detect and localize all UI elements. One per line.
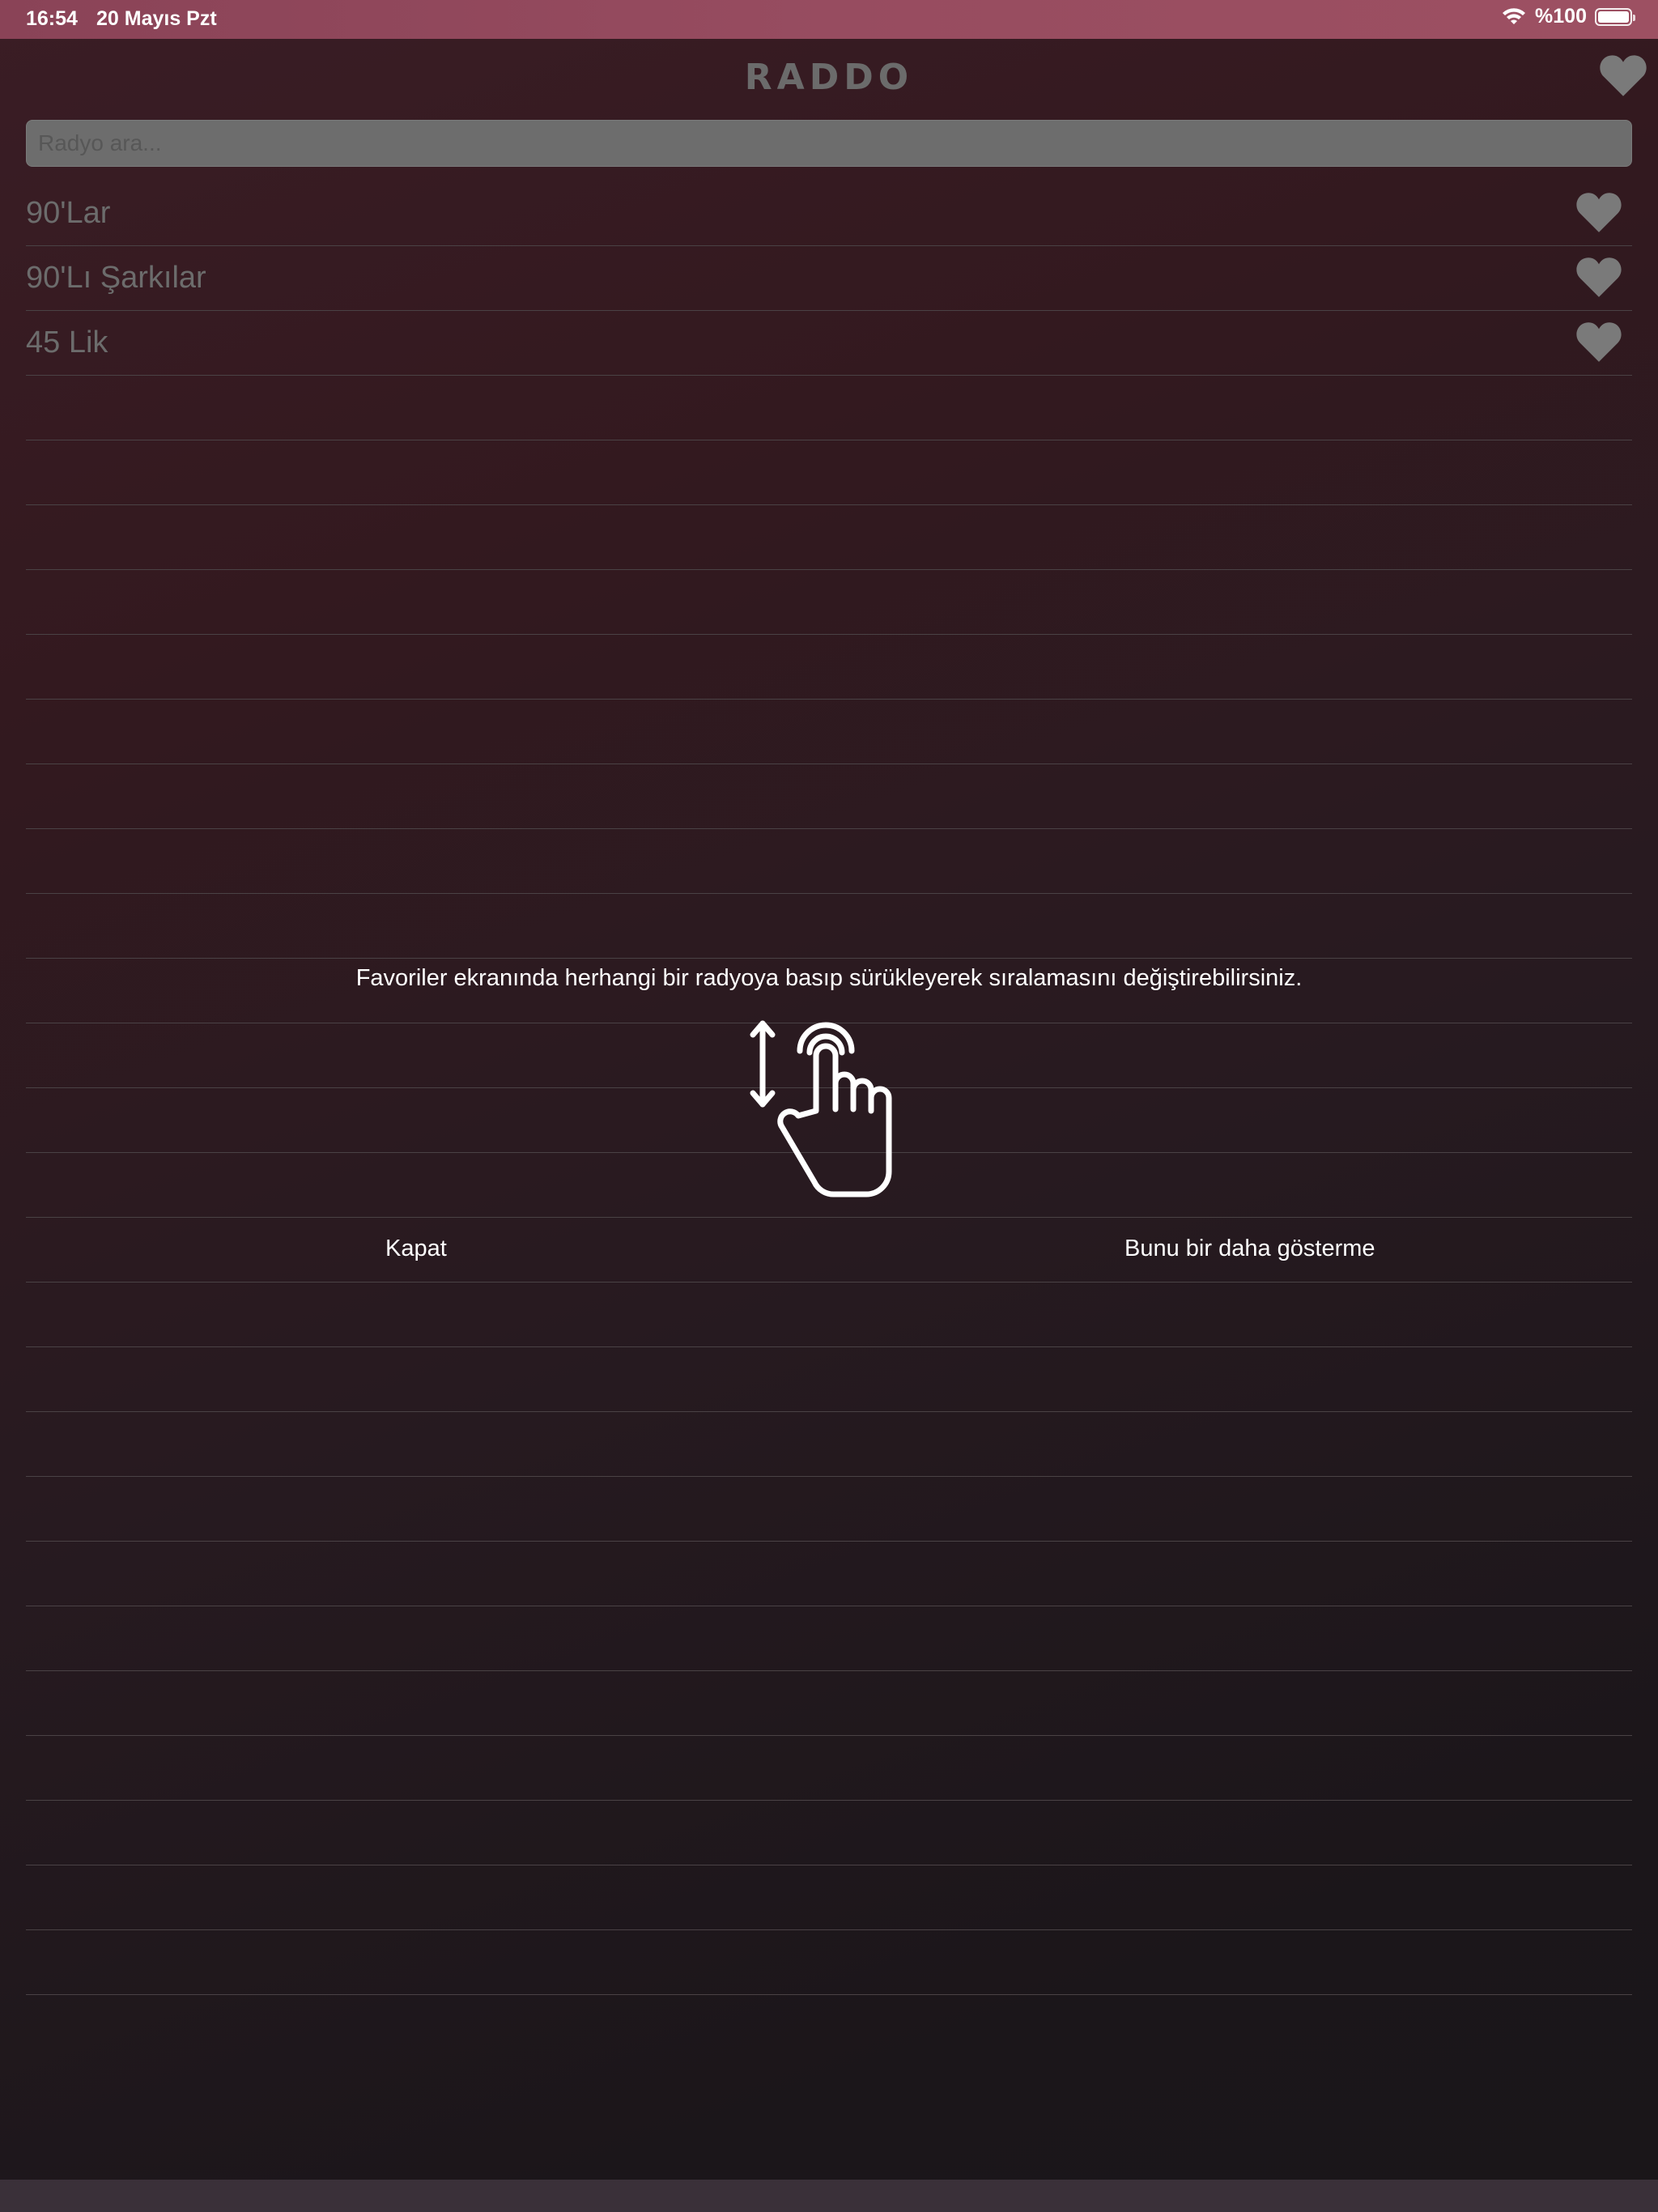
empty-row <box>26 1671 1632 1736</box>
status-time: 16:54 <box>26 7 78 30</box>
empty-row <box>26 894 1632 959</box>
favorite-heart-icon[interactable] <box>1575 191 1622 233</box>
status-bar: 16:54 20 Mayıs Pzt %100 <box>0 0 1658 39</box>
empty-row <box>26 1477 1632 1542</box>
empty-row <box>26 1736 1632 1801</box>
close-button[interactable]: Kapat <box>385 1236 447 1262</box>
empty-row <box>26 1347 1632 1412</box>
empty-row <box>26 1865 1632 1930</box>
status-indicators: %100 <box>1501 5 1635 28</box>
wifi-icon <box>1503 7 1526 24</box>
empty-row <box>26 1801 1632 1865</box>
station-name: 90'Lar <box>26 196 111 230</box>
battery-percent: %100 <box>1535 5 1587 28</box>
empty-row <box>26 1412 1632 1477</box>
station-row[interactable]: 45 Lik <box>26 311 1632 376</box>
empty-row <box>26 1218 1632 1283</box>
bottom-bar <box>0 2180 1658 2212</box>
status-date: 20 Mayıs Pzt <box>96 7 217 30</box>
station-name: 90'Lı Şarkılar <box>26 261 206 295</box>
empty-row <box>26 829 1632 894</box>
empty-row <box>26 764 1632 829</box>
station-row[interactable]: 90'Lı Şarkılar <box>26 246 1632 311</box>
empty-row <box>26 635 1632 700</box>
empty-row <box>26 700 1632 764</box>
empty-row <box>26 570 1632 635</box>
drag-hand-icon <box>750 1020 892 1197</box>
battery-icon <box>1595 7 1635 26</box>
empty-row <box>26 1930 1632 1995</box>
empty-row <box>26 1542 1632 1606</box>
empty-row <box>26 376 1632 440</box>
tip-message: Favoriler ekranında herhangi bir radyoya… <box>355 965 1303 991</box>
empty-row <box>26 440 1632 505</box>
favorites-heart-icon[interactable] <box>1599 53 1647 97</box>
favorite-heart-icon[interactable] <box>1575 256 1622 298</box>
dont-show-again-button[interactable]: Bunu bir daha gösterme <box>1124 1236 1375 1262</box>
empty-row <box>26 1283 1632 1347</box>
favorite-heart-icon[interactable] <box>1575 321 1622 363</box>
empty-row <box>26 1606 1632 1671</box>
station-name: 45 Lik <box>26 325 108 359</box>
app-logo: RADDO <box>744 57 914 98</box>
empty-row <box>26 505 1632 570</box>
search-input[interactable] <box>26 120 1632 167</box>
station-row[interactable]: 90'Lar <box>26 181 1632 246</box>
